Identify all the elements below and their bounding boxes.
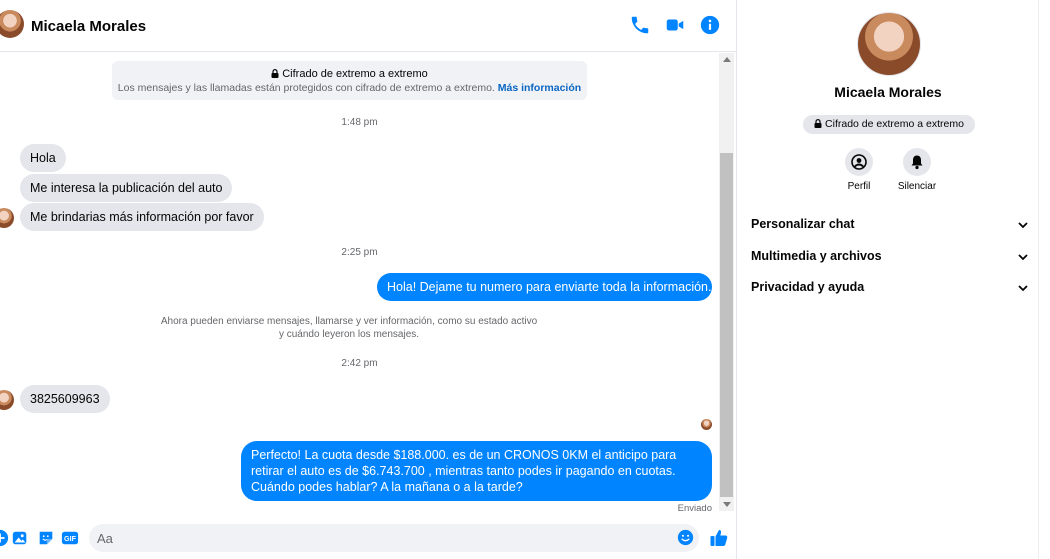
mute-action[interactable]: Silenciar (887, 148, 947, 192)
outgoing-message[interactable]: Hola! Dejame tu numero para enviarte tod… (377, 273, 712, 301)
encryption-title: Cifrado de extremo a extremo (282, 68, 428, 80)
message-list: Cifrado de extremo a extremo Los mensaje… (0, 53, 719, 511)
mute-label: Silenciar (897, 181, 937, 192)
delivery-status: Enviado (677, 503, 712, 511)
encryption-notice: Cifrado de extremo a extremo Los mensaje… (112, 61, 587, 100)
video-camera-icon[interactable] (664, 14, 686, 36)
messenger-window: Micaela Morales Cifrado de extremo a ext… (0, 0, 1050, 559)
system-notice: Ahora pueden enviarse mensajes, llamarse… (160, 316, 538, 340)
image-gallery-icon[interactable] (11, 529, 29, 547)
contact-avatar[interactable] (0, 10, 24, 38)
message-input-box[interactable] (89, 524, 699, 552)
plus-circle-icon[interactable] (0, 529, 9, 547)
svg-text:GIF: GIF (64, 534, 77, 543)
section-label: Privacidad y ayuda (751, 280, 865, 294)
profile-button[interactable] (845, 148, 873, 176)
section-media-files[interactable]: Multimedia y archivos (751, 246, 1029, 268)
like-thumb-icon[interactable] (709, 528, 729, 548)
mute-button[interactable] (903, 148, 931, 176)
section-privacy-help[interactable]: Privacidad y ayuda (751, 277, 1029, 299)
section-customize-chat[interactable]: Personalizar chat (751, 214, 1029, 236)
incoming-message[interactable]: Me interesa la publicación del auto (20, 174, 233, 202)
scroll-thumb[interactable] (720, 153, 733, 497)
encryption-badge-label: Cifrado de extremo a extremo (825, 118, 964, 130)
bell-icon (911, 155, 923, 170)
contact-avatar-small (0, 390, 14, 410)
outgoing-message[interactable]: Perfecto! La cuota desde $188.000. es de… (241, 441, 712, 501)
chevron-down-icon (1018, 222, 1028, 229)
profile-icon (851, 154, 867, 170)
contact-avatar-small (0, 208, 14, 228)
emoji-icon[interactable] (677, 529, 694, 546)
more-info-link[interactable]: Más información (498, 82, 581, 94)
profile-action[interactable]: Perfil (829, 148, 889, 192)
lock-icon (814, 119, 822, 128)
incoming-message[interactable]: Me brindarias más información por favor (20, 203, 264, 231)
timestamp: 2:25 pm (341, 247, 378, 258)
chat-pane: Micaela Morales Cifrado de extremo a ext… (0, 0, 736, 559)
chat-header: Micaela Morales (0, 0, 736, 52)
phone-icon[interactable] (629, 14, 651, 36)
contact-name[interactable]: Micaela Morales (31, 18, 146, 35)
incoming-message[interactable]: 3825609963 (20, 385, 110, 413)
incoming-message[interactable]: Hola (20, 144, 66, 172)
encryption-badge: Cifrado de extremo a extremo (803, 115, 975, 134)
chevron-down-icon (1018, 285, 1028, 292)
panel-contact-name: Micaela Morales (834, 84, 942, 100)
section-label: Multimedia y archivos (751, 249, 882, 263)
conversation-info-panel: Micaela Morales Cifrado de extremo a ext… (736, 0, 1038, 559)
sticker-icon[interactable] (37, 529, 55, 547)
encryption-description: Los mensajes y las llamadas están proteg… (117, 82, 495, 94)
info-icon[interactable] (699, 14, 721, 36)
profile-label: Perfil (847, 181, 871, 192)
message-scrollbar[interactable] (719, 53, 734, 511)
seen-receipt-avatar (701, 419, 712, 430)
timestamp: 2:42 pm (341, 358, 378, 369)
window-edge (1038, 0, 1050, 559)
message-input[interactable] (97, 529, 667, 547)
lock-icon (271, 69, 279, 78)
contact-profile-picture[interactable] (857, 12, 921, 76)
scroll-down-arrow-icon[interactable] (723, 502, 731, 507)
chevron-down-icon (1018, 254, 1028, 261)
composer-bar: GIF (0, 518, 736, 559)
section-label: Personalizar chat (751, 217, 855, 231)
gif-icon[interactable]: GIF (61, 529, 79, 547)
timestamp: 1:48 pm (341, 117, 378, 128)
scroll-up-arrow-icon[interactable] (723, 57, 731, 62)
